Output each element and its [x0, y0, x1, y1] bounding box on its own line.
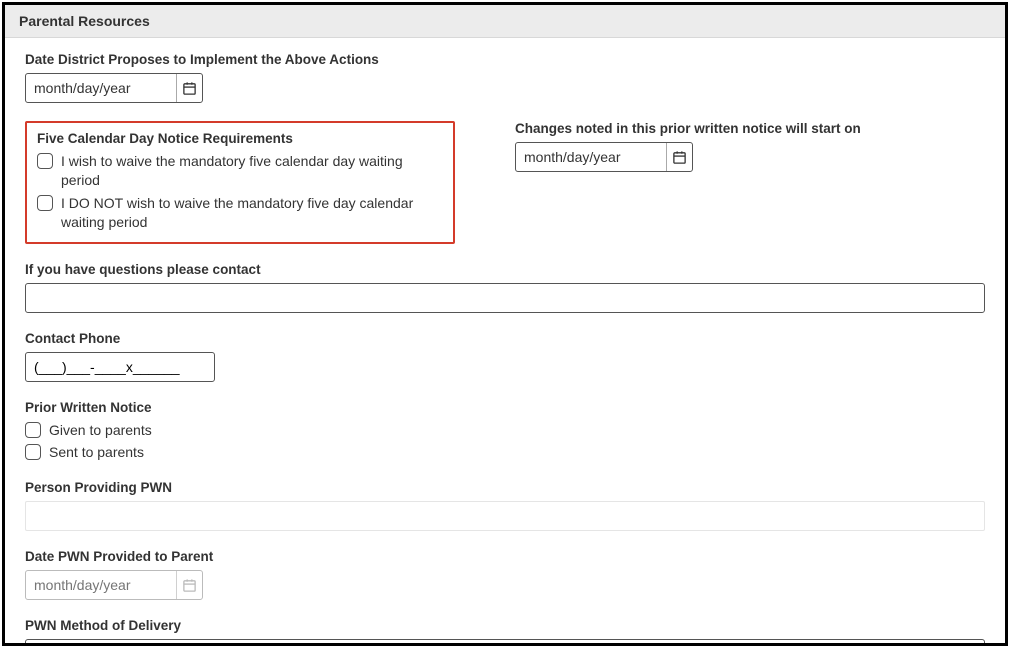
implement-date-field: Date District Proposes to Implement the … [25, 52, 985, 103]
contact-label: If you have questions please contact [25, 262, 985, 277]
phone-input[interactable] [25, 352, 215, 382]
pwn-sent-label: Sent to parents [49, 443, 144, 462]
not-waive-label: I DO NOT wish to waive the mandatory fiv… [61, 194, 443, 232]
implement-date-label: Date District Proposes to Implement the … [25, 52, 985, 67]
date-pwn-label: Date PWN Provided to Parent [25, 549, 985, 564]
pwn-given-label: Given to parents [49, 421, 152, 440]
pwn-sent-checkbox[interactable] [25, 444, 41, 460]
date-pwn-input[interactable] [26, 571, 176, 599]
changes-start-field: Changes noted in this prior written noti… [515, 121, 985, 172]
pwn-given-row: Given to parents [25, 421, 985, 440]
calendar-icon[interactable] [176, 571, 202, 599]
contact-input[interactable] [25, 283, 985, 313]
date-pwn-field: Date PWN Provided to Parent [25, 549, 985, 600]
changes-start-input[interactable] [516, 143, 666, 171]
five-day-requirements-box: Five Calendar Day Notice Requirements I … [25, 121, 455, 244]
waive-checkbox[interactable] [37, 153, 53, 169]
two-column-row: Five Calendar Day Notice Requirements I … [25, 121, 985, 244]
form-body: Date District Proposes to Implement the … [5, 38, 1005, 646]
waive-label: I wish to waive the mandatory five calen… [61, 152, 443, 190]
date-pwn-input-wrap [25, 570, 203, 600]
person-pwn-input[interactable] [25, 501, 985, 531]
pwn-label: Prior Written Notice [25, 400, 985, 415]
contact-field: If you have questions please contact [25, 262, 985, 313]
implement-date-input-wrap [25, 73, 203, 103]
changes-start-input-wrap [515, 142, 693, 172]
phone-field: Contact Phone [25, 331, 985, 382]
implement-date-input[interactable] [26, 74, 176, 102]
pwn-field: Prior Written Notice Given to parents Se… [25, 400, 985, 463]
five-day-group-label: Five Calendar Day Notice Requirements [37, 131, 443, 146]
section-title: Parental Resources [19, 13, 150, 29]
section-header: Parental Resources [5, 5, 1005, 38]
method-field: PWN Method of Delivery [25, 618, 985, 646]
waive-option-row: I wish to waive the mandatory five calen… [37, 152, 443, 190]
phone-label: Contact Phone [25, 331, 985, 346]
calendar-icon[interactable] [176, 74, 202, 102]
pwn-given-checkbox[interactable] [25, 422, 41, 438]
calendar-icon[interactable] [666, 143, 692, 171]
person-pwn-field: Person Providing PWN [25, 480, 985, 531]
changes-start-label: Changes noted in this prior written noti… [515, 121, 985, 136]
person-pwn-label: Person Providing PWN [25, 480, 985, 495]
form-frame: Parental Resources Date District Propose… [2, 2, 1008, 646]
method-input[interactable] [25, 639, 985, 646]
pwn-sent-row: Sent to parents [25, 443, 985, 462]
not-waive-option-row: I DO NOT wish to waive the mandatory fiv… [37, 194, 443, 232]
not-waive-checkbox[interactable] [37, 195, 53, 211]
method-label: PWN Method of Delivery [25, 618, 985, 633]
